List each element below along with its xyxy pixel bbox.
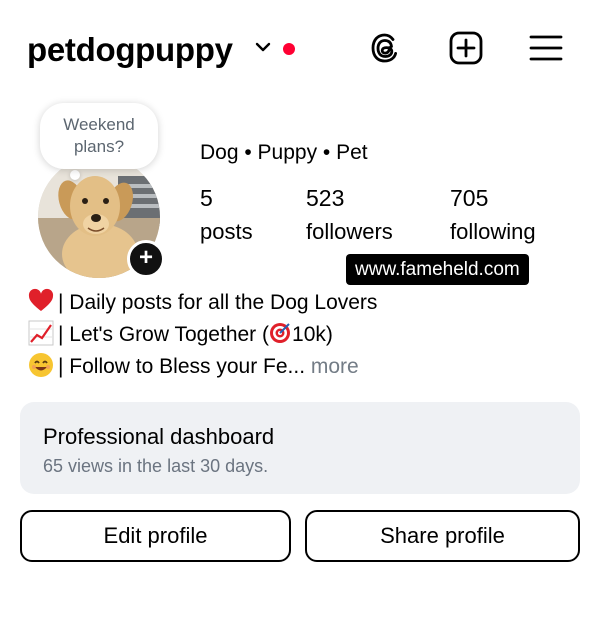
stat-posts[interactable]: 5 posts [200, 184, 253, 246]
bio-text-2: | Let's Grow Together ( [58, 323, 270, 346]
website-watermark: www.fameheld.com [346, 254, 529, 285]
menu-icon[interactable] [528, 30, 564, 66]
stat-label: followers [306, 219, 393, 244]
stat-value: 705 [450, 185, 489, 211]
profile-username[interactable]: petdogpuppy [27, 28, 233, 72]
bio-text-1: | Daily posts for all the Dog Lovers [58, 291, 378, 314]
stat-label: posts [200, 219, 253, 244]
bio-text-2-end: 10k) [292, 323, 333, 346]
dashboard-subtitle: 65 views in the last 30 days. [43, 456, 269, 476]
bio-line-3: | Follow to Bless your Fe... more [28, 352, 359, 382]
smiling-face-icon [29, 353, 53, 377]
bio-line-1: | Daily posts for all the Dog Lovers [28, 288, 377, 318]
bio-text-3: | Follow to Bless your Fe... [58, 355, 306, 378]
chart-increasing-icon [28, 320, 54, 346]
heart-emoji-icon [28, 288, 54, 311]
note-line-2: plans? [73, 137, 125, 156]
add-post-icon[interactable] [448, 30, 484, 66]
share-profile-button[interactable]: Share profile [305, 510, 580, 562]
chevron-down-icon[interactable] [254, 40, 272, 54]
add-story-button[interactable]: + [127, 240, 165, 278]
bio-line-2: | Let's Grow Together ( 10k) [28, 320, 333, 350]
note-bubble-tail [70, 170, 80, 180]
stat-following[interactable]: 705 following [450, 184, 536, 246]
note-line-1: Weekend [63, 115, 135, 134]
stat-value: 523 [306, 185, 345, 211]
edit-profile-button[interactable]: Edit profile [20, 510, 291, 562]
stat-label: following [450, 219, 536, 244]
bio-more-link[interactable]: more [305, 355, 359, 378]
dashboard-title: Professional dashboard [43, 424, 275, 449]
target-emoji-icon [270, 323, 291, 343]
threads-icon[interactable] [367, 30, 403, 66]
stat-value: 5 [200, 185, 213, 211]
profile-category: Dog • Puppy • Pet [200, 141, 368, 164]
notification-dot [283, 43, 295, 55]
professional-dashboard-card[interactable]: Professional dashboard 65 views in the l… [20, 402, 580, 494]
stat-followers[interactable]: 523 followers [306, 184, 393, 246]
note-bubble[interactable]: Weekend plans? [40, 103, 158, 169]
